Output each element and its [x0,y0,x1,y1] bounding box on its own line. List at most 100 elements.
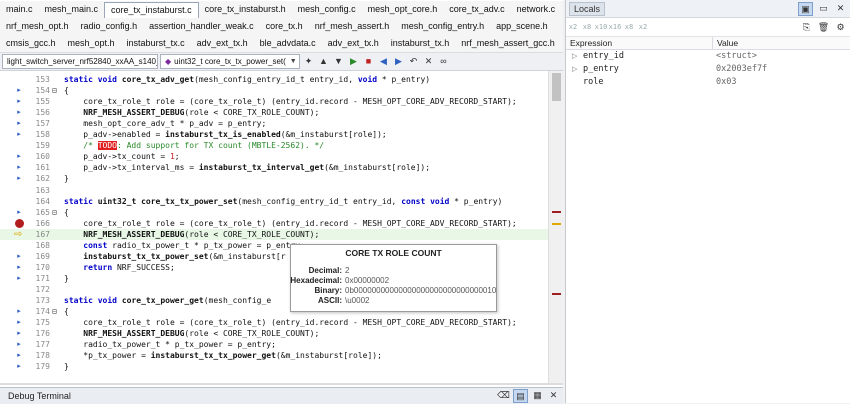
window-icon[interactable]: ▭ [817,2,830,14]
breakpoint-location-icon[interactable]: ▸ [14,85,24,96]
fold-toggle-icon[interactable]: ⊟ [52,306,57,317]
code-text[interactable]: NRF_MESH_ASSERT_DEBUG(role < CORE_TX_ROL… [64,229,319,240]
tab-mesh-config-entry-h[interactable]: mesh_config_entry.h [395,19,490,34]
code-line[interactable]: ▸ 176 NRF_MESH_ASSERT_DEBUG(role < CORE_T… [0,328,548,339]
table-row[interactable]: role 0x03 [566,76,850,89]
code-line[interactable]: 166 core_tx_role_t role = (core_tx_role_… [0,218,548,229]
lock-icon[interactable]: ▦ [531,389,544,401]
tab-assertion-handler-weak-c[interactable]: assertion_handler_weak.c [143,19,260,34]
breakpoint-location-icon[interactable]: ▸ [14,251,24,262]
tab-core-tx-adv-c[interactable]: core_tx_adv.c [443,2,510,17]
clear-terminal-icon[interactable]: ⌫ [497,389,510,401]
code-editor[interactable]: 153 static void core_tx_adv_get(mesh_conf… [0,71,563,383]
code-text[interactable]: core_tx_role_t role = (core_tx_role_t) (… [64,96,516,107]
code-text[interactable]: p_adv->enabled = instaburst_tx_is_enable… [64,129,386,140]
format-binary-alt-button[interactable]: x2 [636,23,650,31]
code-text[interactable]: } [64,173,69,184]
breakpoint-location-icon[interactable]: ▸ [14,339,24,350]
tab-nrf-mesh-assert-h[interactable]: nrf_mesh_assert.h [309,19,396,34]
go-icon[interactable]: ▶ [347,55,360,68]
breakpoint-location-icon[interactable]: ▸ [14,350,24,361]
breakpoint-location-icon[interactable]: ▸ [14,317,24,328]
scrollbar-thumb[interactable] [552,73,561,101]
bookmark-icon[interactable]: ✦ [302,55,315,68]
code-line[interactable]: ▸ 157 mesh_opt_core_adv_t * p_adv = p_ent… [0,118,548,129]
code-text[interactable]: /* TODO: Add support for TX count (MBTLE… [64,140,324,151]
expand-triangle-icon[interactable]: ▷ [572,63,577,76]
tab-nrf-mesh-assert-gcc-h[interactable]: nrf_mesh_assert_gcc.h [455,36,561,51]
breakpoint-location-icon[interactable]: ▸ [14,207,24,218]
code-line[interactable]: 164 static uint32_t core_tx_tx_power_set(… [0,196,548,207]
code-text[interactable]: core_tx_role_t role = (core_tx_role_t) (… [64,317,516,328]
format-octal-alt-button[interactable]: x8 [622,23,636,31]
tab-core-tx-instaburst-c[interactable]: core_tx_instaburst.c [104,1,199,18]
breakpoint-location-icon[interactable]: ▸ [14,273,24,284]
code-line[interactable]: ⇨ 167 NRF_MESH_ASSERT_DEBUG(role < CORE_T… [0,228,548,240]
breakpoint-location-icon[interactable]: ▸ [14,107,24,118]
tab-nrf-mesh-opt-h[interactable]: nrf_mesh_opt.h [0,19,75,34]
code-text[interactable]: static uint32_t core_tx_tx_power_set(mes… [64,196,502,207]
breakpoint-location-icon[interactable]: ▸ [14,129,24,140]
format-octal-button[interactable]: x8 [580,23,594,31]
breakpoint-location-icon[interactable]: ▸ [14,96,24,107]
delete-icon[interactable]: 🗑 [817,21,830,33]
tab-mesh-main-c[interactable]: mesh_main.c [39,2,105,17]
editor-horizontal-scrollbar[interactable] [0,383,563,385]
close-icon[interactable]: ✕ [547,389,560,401]
tab-mesh-opt-core-h[interactable]: mesh_opt_core.h [362,2,444,17]
code-text[interactable]: static void core_tx_power_get(mesh_confi… [64,295,271,306]
tab-mesh-opt-h[interactable]: mesh_opt.h [62,36,121,51]
debug-terminal-title[interactable]: Debug Terminal [0,391,71,401]
code-line[interactable]: ▸ 161 p_adv->tx_interval_ms = instaburst_… [0,162,548,173]
code-text[interactable]: return NRF_SUCCESS; [64,262,175,273]
copy-icon[interactable]: ⎘ [800,21,813,33]
tab-app-scene-h[interactable]: app_scene.h [490,19,554,34]
stop-icon[interactable]: ■ [362,55,375,68]
code-text[interactable]: p_adv->tx_interval_ms = instaburst_tx_in… [64,162,430,173]
tab-ble-advdata-c[interactable]: ble_advdata.c [254,36,322,51]
code-text[interactable]: NRF_MESH_ASSERT_DEBUG(role < CORE_TX_ROL… [64,107,319,118]
locals-title[interactable]: Locals [569,1,606,16]
nav-up-icon[interactable]: ▲ [317,55,330,68]
expand-triangle-icon[interactable]: ▷ [572,50,577,63]
tab-core-tx-h[interactable]: core_tx.h [260,19,309,34]
next-bookmark-icon[interactable]: ▶ [392,55,405,68]
autoscroll-icon[interactable]: ▤ [513,389,528,403]
code-line[interactable]: ▸ 175 core_tx_role_t role = (core_tx_role… [0,317,548,328]
code-text[interactable]: instaburst_tx_tx_power_set(&m_instaburst… [64,251,285,262]
code-text[interactable]: mesh_opt_core_adv_t * p_adv = p_entry; [64,118,266,129]
code-text[interactable]: static void core_tx_adv_get(mesh_config_… [64,74,430,85]
code-text[interactable]: radio_tx_power_t * p_tx_power = p_entry; [64,339,276,350]
close-icon[interactable]: ✕ [834,2,847,14]
format-binary-button[interactable]: x2 [566,23,580,31]
breakpoint-location-icon[interactable]: ▸ [14,306,24,317]
code-line[interactable]: ▸ 165 ⊟ { [0,207,548,218]
tab-main-c[interactable]: main.c [0,2,39,17]
breakpoint-location-icon[interactable]: ▸ [14,262,24,273]
code-line[interactable]: ▸ 154 ⊟ { [0,85,548,96]
format-decimal-button[interactable]: x10 [594,23,608,31]
tab-instaburst-tx-c[interactable]: instaburst_tx.c [121,36,191,51]
code-line[interactable]: ▸ 162} [0,173,548,184]
code-text[interactable]: { [64,306,69,317]
code-text[interactable]: *p_tx_power = instaburst_tx_tx_power_get… [64,350,382,361]
code-text[interactable]: } [64,361,69,372]
breakpoint-icon[interactable] [15,218,24,228]
code-text[interactable]: { [64,85,69,96]
breakpoint-location-icon[interactable]: ▸ [14,151,24,162]
code-line[interactable]: 159 /* TODO: Add support for TX count (M… [0,140,548,151]
prev-bookmark-icon[interactable]: ◀ [377,55,390,68]
table-row[interactable]: ▷ p_entry 0x2003ef7f [566,63,850,76]
gear-icon[interactable]: ⚙ [834,21,847,33]
code-text[interactable]: core_tx_role_t role = (core_tx_role_t) (… [64,218,516,229]
tab-instaburst-tx-h[interactable]: instaburst_tx.h [385,36,456,51]
breakpoint-location-icon[interactable]: ▸ [14,173,24,184]
code-line[interactable]: ▸ 179} [0,361,548,372]
back-icon[interactable]: ↶ [407,55,420,68]
value-column-header[interactable]: Value [712,37,738,49]
code-line[interactable]: ▸ 158 p_adv->enabled = instaburst_tx_is_e… [0,129,548,140]
code-line[interactable]: 163 [0,185,548,196]
glasses-icon[interactable]: ∞ [437,55,450,68]
code-text[interactable]: } [64,273,69,284]
code-line[interactable]: ▸ 156 NRF_MESH_ASSERT_DEBUG(role < CORE_T… [0,107,548,118]
